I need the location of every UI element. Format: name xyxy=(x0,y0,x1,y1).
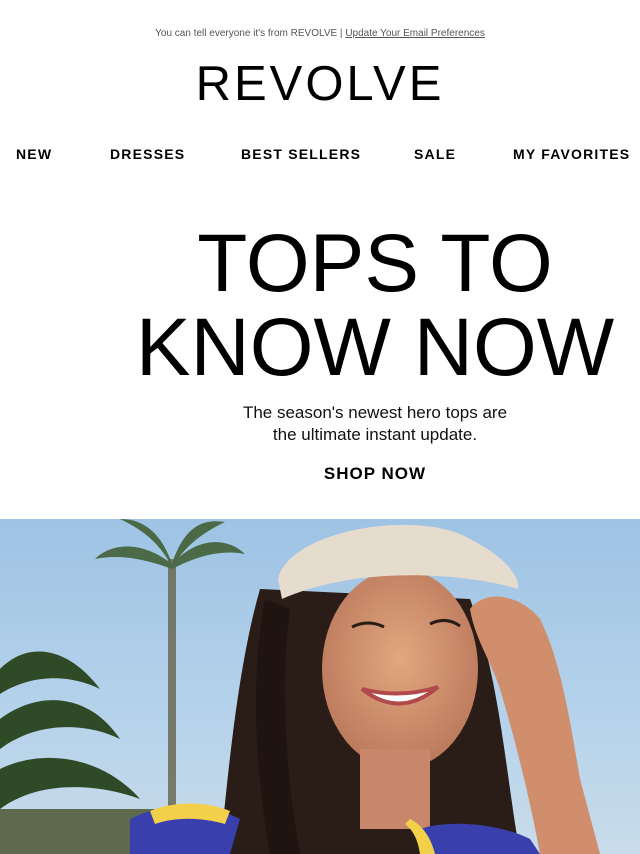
nav-new[interactable]: NEW xyxy=(16,146,52,162)
email-page: You can tell everyone it's from REVOLVE … xyxy=(0,0,640,854)
hero-image[interactable] xyxy=(0,519,640,854)
hero-headline-line2: KNOW NOW xyxy=(135,302,615,393)
preheader: You can tell everyone it's from REVOLVE … xyxy=(0,28,640,39)
hero-headline-line1: TOPS TO xyxy=(197,218,553,309)
revolve-logo[interactable]: REVOLVE xyxy=(0,58,640,110)
hero-subtext-line1: The season's newest hero tops are xyxy=(242,403,508,422)
palm-tree-left xyxy=(95,519,245,854)
main-nav: NEW DRESSES BEST SELLERS SALE MY FAVORIT… xyxy=(0,146,640,164)
nav-my-favorites[interactable]: MY FAVORITES xyxy=(513,146,630,162)
email-preferences-link[interactable]: Update Your Email Preferences xyxy=(345,28,485,39)
preheader-text: You can tell everyone it's from REVOLVE … xyxy=(155,28,346,39)
nav-sale[interactable]: SALE xyxy=(414,146,456,162)
hero-subtext: The season's newest hero tops are the ul… xyxy=(0,402,640,446)
nav-best-sellers[interactable]: BEST SELLERS xyxy=(241,146,361,162)
nav-dresses[interactable]: DRESSES xyxy=(110,146,185,162)
hero-subtext-line2: the ultimate instant update. xyxy=(272,425,478,444)
hero-photo-illustration xyxy=(0,519,600,854)
shop-now-link[interactable]: SHOP NOW xyxy=(0,464,640,484)
face xyxy=(322,569,478,769)
